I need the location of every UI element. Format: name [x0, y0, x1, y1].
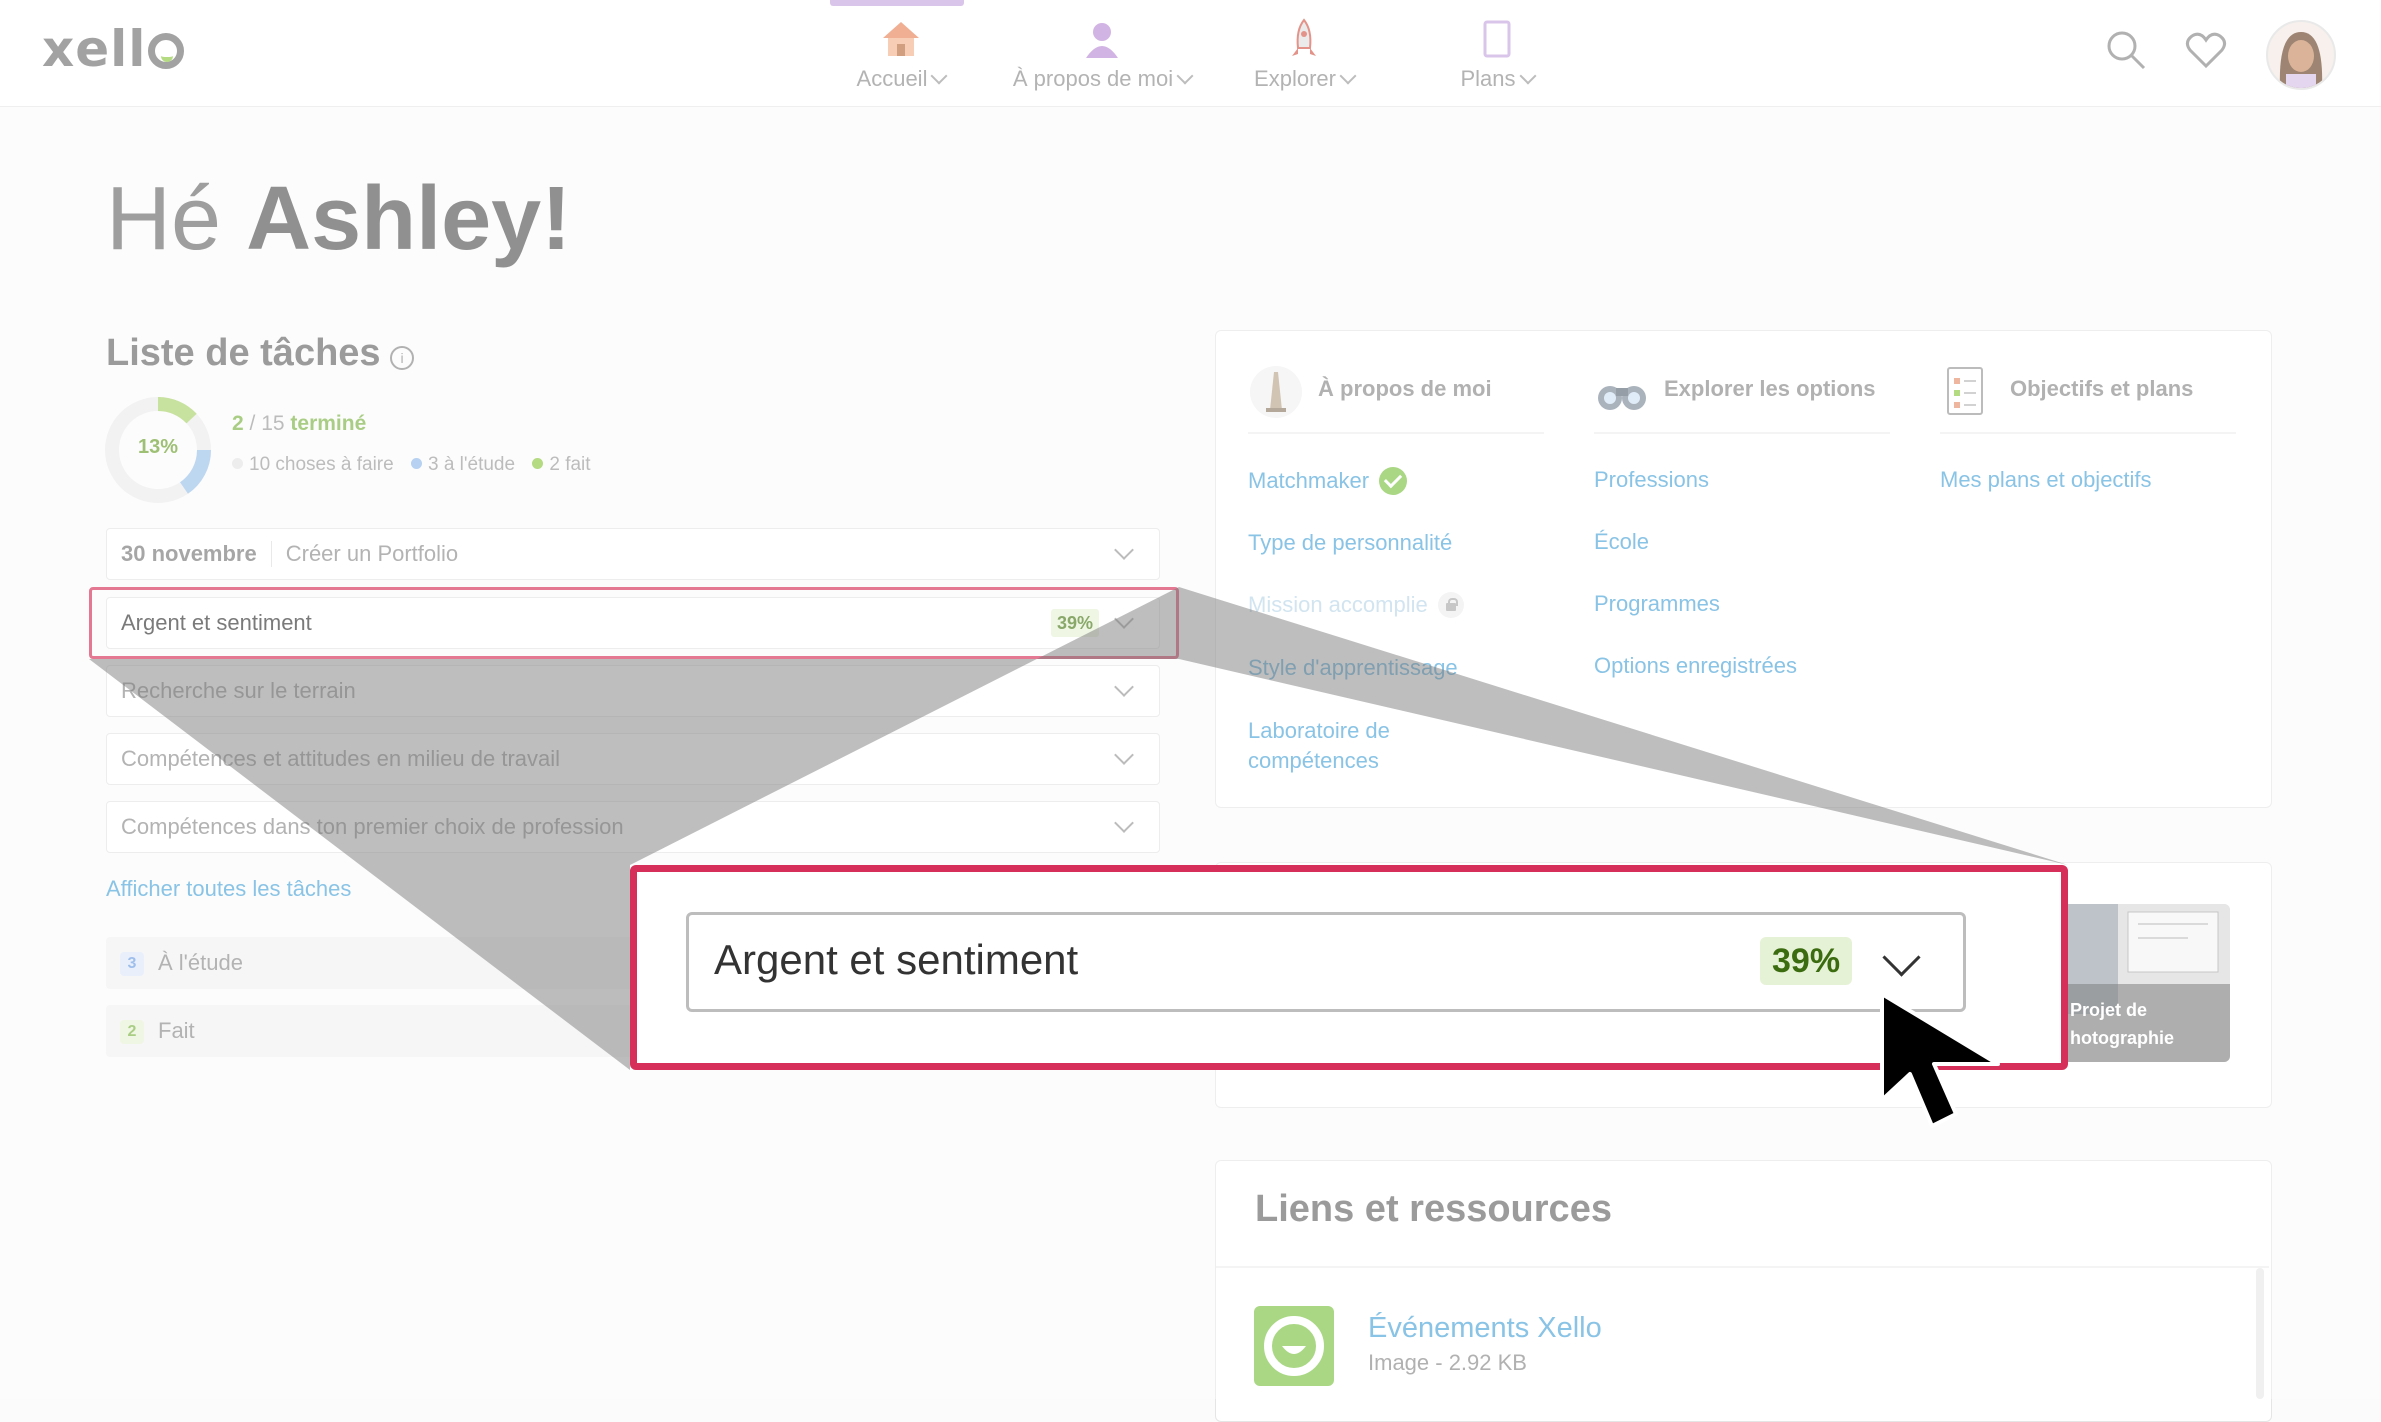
zoom-percent-badge: 39% [1760, 937, 1853, 985]
zoom-task-label: Argent et sentiment [714, 936, 1079, 983]
zoom-beam [89, 587, 2068, 1070]
mouse-pointer-icon [1880, 992, 2000, 1128]
